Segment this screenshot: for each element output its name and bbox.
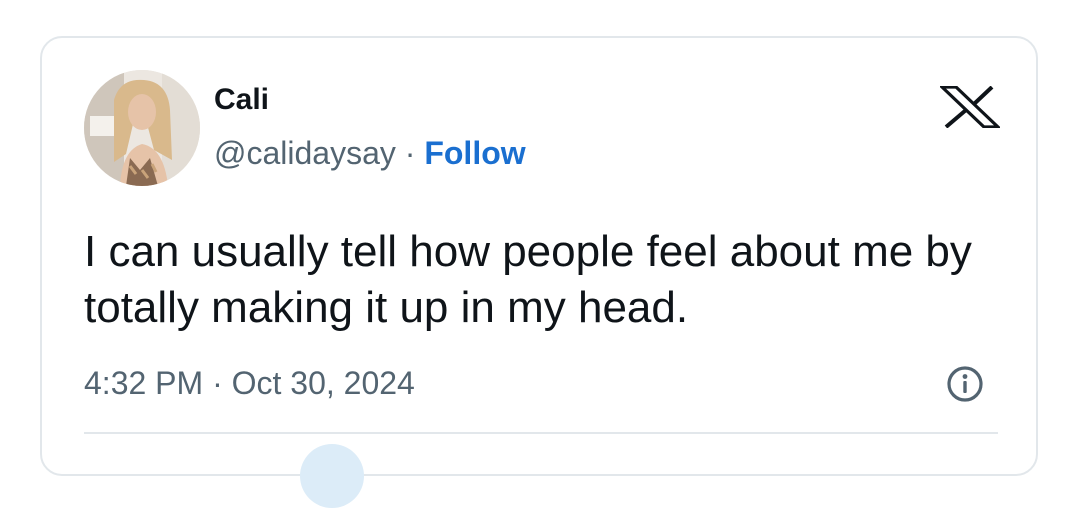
divider [84,432,998,434]
follow-button[interactable]: Follow [424,135,525,171]
tweet-card: Cali @calidaysay · Follow I can usually … [40,36,1038,508]
x-logo-icon[interactable] [940,86,1000,128]
tweet-timestamp[interactable]: 4:32 PM · Oct 30, 2024 [84,364,415,402]
tweet-date: Oct 30, 2024 [231,365,415,401]
tweet-text: I can usually tell how people feel about… [84,227,972,332]
tweet-time: 4:32 PM [84,365,204,401]
timestamp-separator: · [203,365,232,401]
author-handle-row: @calidaysay · Follow [214,134,526,172]
avatar-photo [84,70,200,186]
reply-avatar-partial [300,444,364,508]
author-avatar[interactable] [84,70,200,186]
author-handle[interactable]: @calidaysay [214,135,396,171]
handle-separator: · [395,135,425,171]
info-icon[interactable] [945,364,985,404]
author-name[interactable]: Cali [214,82,269,118]
